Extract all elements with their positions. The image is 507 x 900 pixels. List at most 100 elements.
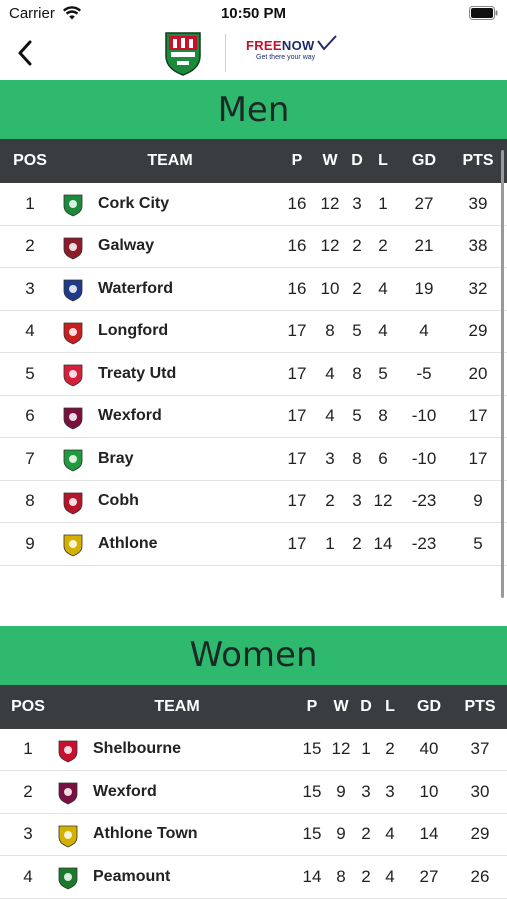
lost-cell: 8	[378, 406, 388, 426]
points-cell: 17	[468, 448, 488, 468]
team-badge-icon	[58, 782, 78, 805]
points-column-header: PTS	[462, 152, 494, 169]
team-column-header: TEAM	[147, 152, 193, 169]
team-name-cell: Longford	[98, 322, 169, 340]
won-cell: 8	[336, 866, 346, 886]
won-cell: 4	[325, 363, 335, 383]
header-divider	[225, 34, 226, 72]
scrollbar-thumb[interactable]	[501, 150, 504, 598]
drawn-cell: 2	[361, 866, 371, 886]
drawn-cell: 5	[352, 321, 362, 341]
table-row[interactable]: 1 Shelbourne 15 12 1 2 40 37	[0, 729, 507, 771]
lost-cell: 4	[385, 824, 395, 844]
position-cell: 2	[23, 781, 33, 801]
back-button[interactable]	[12, 36, 38, 70]
won-cell: 3	[325, 448, 335, 468]
drawn-cell: 2	[352, 533, 362, 553]
points-cell: 29	[470, 824, 490, 844]
lost-cell: 4	[385, 866, 395, 886]
drawn-cell: 1	[361, 739, 371, 759]
table-row[interactable]: 1 Cork City 16 12 3 1 27 39	[0, 183, 507, 226]
position-cell: 7	[25, 448, 35, 468]
team-name-cell: Wexford	[98, 407, 162, 425]
table-row[interactable]: 2 Wexford 15 9 3 3 10 30	[0, 771, 507, 814]
team-badge-icon	[58, 825, 78, 847]
team-badge-icon	[63, 364, 83, 387]
position-cell: 8	[25, 491, 35, 511]
freenow-sponsor-logo: FREE NOW Get there your way	[246, 34, 356, 72]
points-cell: 17	[468, 406, 488, 426]
team-name-cell: Galway	[98, 237, 155, 255]
table-row[interactable]: 8 Cobh 17 2 3 12 -23 9	[0, 481, 507, 523]
goal-difference-cell: -23	[411, 491, 437, 511]
played-cell: 16	[287, 278, 307, 298]
won-cell: 4	[325, 406, 335, 426]
team-badge-icon	[63, 492, 83, 514]
lost-cell: 1	[378, 193, 388, 213]
lost-cell: 2	[378, 236, 388, 256]
pos-column-header: POS	[13, 152, 47, 169]
team-badge-icon	[63, 407, 83, 429]
points-cell: 9	[473, 491, 483, 511]
played-column-header: P	[291, 152, 303, 169]
won-column-header: W	[333, 697, 349, 715]
men-section-title: Men	[0, 80, 507, 139]
lost-column-header: L	[378, 152, 388, 169]
goal-difference-cell: 21	[414, 236, 434, 256]
team-name-cell: Athlone	[98, 534, 158, 552]
lost-column-header: L	[385, 697, 395, 715]
won-cell: 9	[336, 781, 346, 801]
team-name-cell: Waterford	[98, 279, 173, 297]
table-row[interactable]: 4 Longford 17 8 5 4 4 29	[0, 311, 507, 353]
drawn-cell: 5	[352, 406, 362, 426]
points-cell: 20	[468, 363, 488, 383]
team-badge-icon	[63, 237, 83, 259]
women-table-body: 1 Shelbourne 15 12 1 2 40 37 2 Wexford 15 9 3 3 10 30 3 A…	[0, 729, 507, 900]
played-cell: 17	[287, 321, 307, 341]
team-badge-icon	[58, 740, 78, 762]
team-badge-icon	[58, 867, 78, 890]
battery-icon	[469, 6, 498, 20]
drawn-column-header: D	[360, 697, 372, 715]
table-row[interactable]: 5 Treaty Utd 17 4 8 5 -5 20	[0, 353, 507, 396]
goal-difference-column-header: GD	[412, 152, 436, 169]
played-cell: 16	[287, 193, 307, 213]
points-cell: 39	[468, 193, 488, 213]
played-cell: 17	[287, 491, 307, 511]
played-cell: 17	[287, 406, 307, 426]
won-cell: 9	[336, 824, 346, 844]
table-row[interactable]: 6 Wexford 17 4 5 8 -10 17	[0, 396, 507, 438]
position-cell: 1	[25, 193, 35, 213]
team-name-cell: Athlone Town	[93, 825, 198, 843]
position-cell: 2	[25, 236, 35, 256]
league-tables[interactable]: Men POS TEAM P W D L GD PTS 1 Cork City 16…	[0, 80, 507, 900]
checkmark-icon	[316, 34, 337, 51]
position-cell: 9	[25, 533, 35, 553]
table-row[interactable]: 3 Athlone Town 15 9 2 4 14 29	[0, 814, 507, 856]
table-row[interactable]: 4 Peamount 14 8 2 4 27 26	[0, 856, 507, 899]
women-table-header: POS TEAM P W D L GD PTS	[0, 684, 507, 729]
team-badge-icon	[63, 449, 83, 472]
goal-difference-cell: -23	[411, 533, 437, 553]
team-name-cell: Cobh	[98, 492, 139, 510]
goal-difference-cell: 19	[414, 278, 434, 298]
table-row[interactable]: 7 Bray 17 3 8 6 -10 17	[0, 438, 507, 481]
lost-cell: 6	[378, 448, 388, 468]
lost-cell: 4	[378, 278, 388, 298]
women-section-title: Women	[0, 625, 507, 685]
table-row[interactable]: 2 Galway 16 12 2 2 21 38	[0, 226, 507, 268]
table-row[interactable]: 9 Athlone 17 1 2 14 -23 5	[0, 523, 507, 566]
drawn-cell: 3	[352, 193, 362, 213]
played-cell: 15	[302, 781, 322, 801]
drawn-cell: 3	[352, 491, 362, 511]
team-name-cell: Shelbourne	[93, 740, 182, 758]
position-cell: 3	[25, 278, 35, 298]
team-badge-icon	[63, 534, 83, 557]
points-column-header: PTS	[464, 697, 496, 715]
drawn-cell: 2	[352, 236, 362, 256]
table-row[interactable]: 3 Waterford 16 10 2 4 19 32	[0, 268, 507, 311]
team-name-cell: Treaty Utd	[98, 364, 177, 382]
position-cell: 6	[25, 406, 35, 426]
sponsor-tagline: Get there your way	[256, 54, 316, 61]
team-name-cell: Bray	[98, 449, 134, 467]
